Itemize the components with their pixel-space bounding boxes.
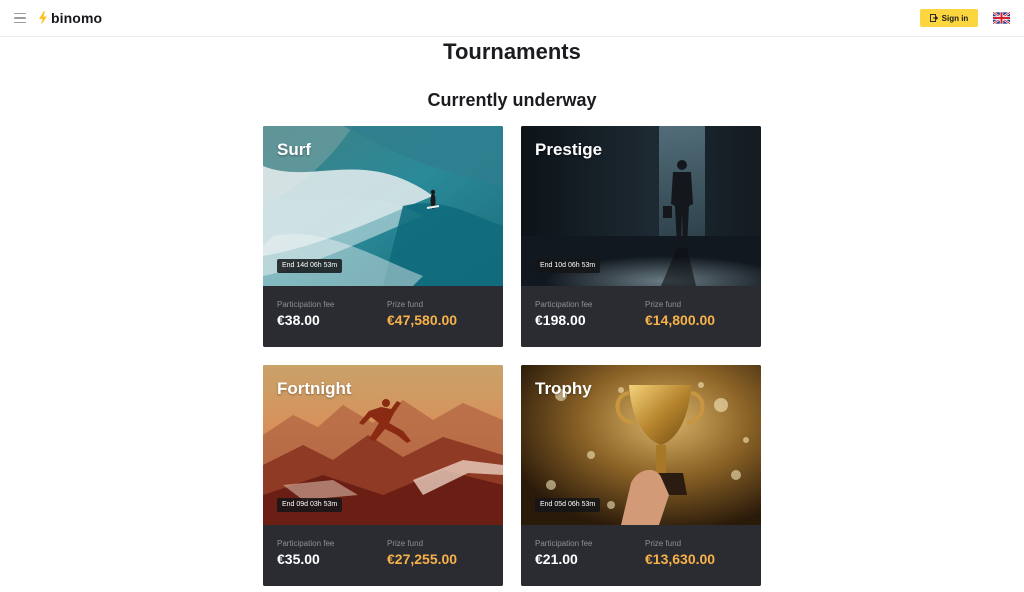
tournament-card-prestige[interactable]: Prestige End 10d 06h 53m Participation f… <box>521 126 761 347</box>
section-title: Currently underway <box>427 90 597 110</box>
fee-value: €38.00 <box>277 312 320 328</box>
prize-value: €47,580.00 <box>387 312 458 328</box>
prize-label: Prize fund <box>387 539 424 548</box>
fee-value: €21.00 <box>535 551 578 567</box>
tournament-name: Prestige <box>535 140 603 159</box>
tournament-timer: End 14d 06h 53m <box>277 259 343 273</box>
sign-in-label: Sign in <box>941 13 969 23</box>
prize-label: Prize fund <box>645 300 682 309</box>
tournament-card-trophy[interactable]: Trophy End 05d 06h 53m Participation fee… <box>521 365 761 586</box>
tournament-info: Participation fee €35.00 Prize fund €27,… <box>263 525 503 586</box>
lightning-icon <box>39 11 47 25</box>
fee-label: Participation fee <box>535 300 593 309</box>
prize-value: €27,255.00 <box>387 551 458 567</box>
tournament-card-fortnight[interactable]: Fortnight End 09d 03h 53m Participation … <box>263 365 503 586</box>
prize-label: Prize fund <box>645 539 682 548</box>
tournament-info: Participation fee €198.00 Prize fund €14… <box>521 286 761 347</box>
fee-label: Participation fee <box>277 539 335 548</box>
fee-value: €198.00 <box>535 312 586 328</box>
fee-label: Participation fee <box>535 539 593 548</box>
fee-label: Participation fee <box>277 300 335 309</box>
tournament-info: Participation fee €38.00 Prize fund €47,… <box>263 286 503 347</box>
tournament-timer: End 05d 06h 53m <box>535 498 601 512</box>
tournament-card-surf[interactable]: Surf End 14d 06h 53m Participation fee €… <box>263 126 503 347</box>
logo-text: binomo <box>51 10 103 26</box>
logo[interactable]: binomo <box>38 9 102 27</box>
tournament-info: Participation fee €21.00 Prize fund €13,… <box>521 525 761 586</box>
fee-value: €35.00 <box>277 551 320 567</box>
sign-in-button[interactable]: Sign in <box>920 9 978 27</box>
tournament-name: Trophy <box>535 379 592 398</box>
menu-icon[interactable] <box>14 9 30 27</box>
tournament-name: Surf <box>277 140 311 159</box>
uk-flag-icon[interactable] <box>993 12 1010 24</box>
tournament-timer: End 09d 03h 53m <box>277 498 343 512</box>
login-icon <box>929 14 938 22</box>
tournament-timer: End 10d 06h 53m <box>535 259 601 273</box>
page-title: Tournaments <box>443 39 581 64</box>
top-header: binomo Sign in <box>0 0 1024 37</box>
prize-value: €13,630.00 <box>645 551 716 567</box>
prize-label: Prize fund <box>387 300 424 309</box>
tournament-name: Fortnight <box>277 379 352 398</box>
prize-value: €14,800.00 <box>645 312 716 328</box>
